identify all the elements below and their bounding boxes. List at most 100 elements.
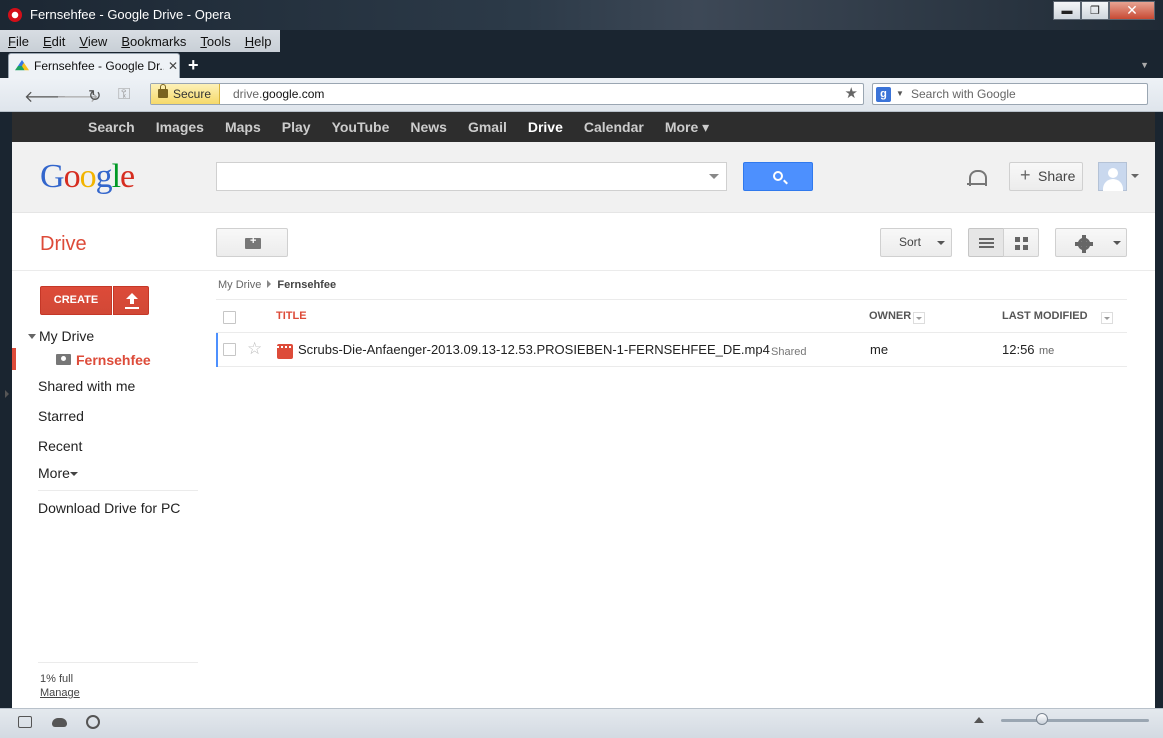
- download-drive-link[interactable]: Download Drive for PC: [38, 500, 180, 516]
- create-button[interactable]: CREATE: [40, 286, 112, 315]
- sidebar-item-fernsehfee[interactable]: Fernsehfee: [76, 352, 151, 368]
- browser-search-box[interactable]: g ▼ Search with Google: [872, 83, 1148, 105]
- menu-file[interactable]: File: [8, 34, 29, 49]
- upload-button[interactable]: [113, 286, 149, 315]
- list-view-button[interactable]: [968, 228, 1004, 257]
- secure-badge[interactable]: Secure: [151, 84, 221, 104]
- gbar-more[interactable]: More ▾: [665, 119, 709, 136]
- notifications-bell-icon[interactable]: [967, 168, 987, 188]
- gbar-images[interactable]: Images: [156, 119, 204, 136]
- close-button[interactable]: ✕: [1109, 1, 1155, 20]
- storage-quota: 1% full: [40, 673, 74, 685]
- lock-icon: [158, 84, 168, 98]
- page-viewport: Search Images Maps Play YouTube News Gma…: [12, 112, 1155, 708]
- search-placeholder: Search with Google: [911, 87, 1016, 101]
- column-owner[interactable]: OWNER: [869, 310, 911, 322]
- google-search-engine-icon[interactable]: g: [876, 87, 891, 102]
- gbar-drive[interactable]: Drive: [528, 119, 563, 136]
- sidebar-divider-bottom: [38, 662, 198, 663]
- maximize-button[interactable]: ❐: [1081, 1, 1109, 20]
- tab-drive[interactable]: Fernsehfee - Google Dr... ✕: [8, 53, 180, 78]
- tree-expand-chevron-icon[interactable]: [28, 334, 36, 339]
- key-icon[interactable]: ⚿: [118, 86, 130, 104]
- google-logo[interactable]: Google: [40, 158, 135, 196]
- account-chevron-down-icon[interactable]: [1131, 174, 1139, 178]
- breadcrumb-my-drive[interactable]: My Drive: [218, 279, 261, 291]
- share-button[interactable]: + Share: [1009, 162, 1083, 191]
- upload-icon: [126, 293, 138, 304]
- panel-toggle-icon[interactable]: [18, 716, 32, 728]
- drive-search-input[interactable]: [216, 162, 727, 191]
- url-prefix: drive.: [233, 87, 263, 101]
- gbar-maps[interactable]: Maps: [225, 119, 261, 136]
- new-folder-icon: [245, 235, 261, 249]
- gbar-calendar[interactable]: Calendar: [584, 119, 644, 136]
- sort-chevron-down-icon: [937, 241, 945, 245]
- file-name[interactable]: Scrubs-Die-Anfaenger-2013.09.13-12.53.PR…: [298, 342, 770, 357]
- plus-icon: +: [1020, 165, 1031, 185]
- sidebar-item-more[interactable]: More: [38, 465, 70, 481]
- new-folder-button[interactable]: [216, 228, 288, 257]
- file-owner: me: [870, 342, 889, 357]
- owner-sort-chevron-icon[interactable]: [913, 312, 925, 324]
- search-button[interactable]: [743, 162, 813, 191]
- menu-view[interactable]: View: [79, 34, 107, 49]
- tab-close-icon[interactable]: ✕: [168, 59, 178, 73]
- settings-button[interactable]: [1055, 228, 1127, 257]
- new-tab-button[interactable]: +: [188, 55, 199, 76]
- search-engine-chevron-icon[interactable]: ▼: [896, 89, 904, 98]
- secure-label: Secure: [173, 87, 212, 101]
- minimize-button[interactable]: ▬: [1053, 1, 1081, 20]
- url-text[interactable]: drive.google.com: [233, 87, 324, 101]
- column-title[interactable]: TITLE: [276, 310, 307, 322]
- app-title[interactable]: Drive: [40, 233, 87, 256]
- window-titlebar: Fernsehfee - Google Drive - Opera ▬ ❐ ✕: [0, 0, 1163, 30]
- gear-icon: [1075, 235, 1093, 253]
- manage-storage-link[interactable]: Manage: [40, 687, 80, 699]
- gbar-search[interactable]: Search: [88, 119, 135, 136]
- share-label: Share: [1038, 168, 1076, 184]
- menu-bookmarks[interactable]: Bookmarks: [121, 34, 186, 49]
- opera-unite-cloud-icon[interactable]: [52, 718, 67, 727]
- sidebar-item-my-drive[interactable]: My Drive: [39, 328, 94, 344]
- active-indicator: [12, 348, 16, 370]
- view-up-arrow-icon[interactable]: [974, 717, 984, 723]
- url-domain: google.com: [262, 87, 325, 101]
- row-focus-indicator: [216, 333, 218, 367]
- sidebar: CREATE My Drive Fernsehfee Shared with m…: [12, 271, 212, 708]
- tab-menu-chevron-icon[interactable]: ▼: [1140, 60, 1149, 70]
- gbar-news[interactable]: News: [410, 119, 447, 136]
- menu-help[interactable]: Help: [245, 34, 272, 49]
- avatar[interactable]: [1098, 162, 1127, 191]
- zoom-slider[interactable]: [1001, 719, 1149, 722]
- sidebar-item-shared-with-me[interactable]: Shared with me: [38, 378, 135, 394]
- more-chevron-down-icon[interactable]: [70, 472, 78, 476]
- bookmark-star-icon[interactable]: ★: [845, 84, 858, 102]
- star-icon[interactable]: ☆: [247, 339, 262, 359]
- grid-view-button[interactable]: [1003, 228, 1039, 257]
- tab-title: Fernsehfee - Google Dr...: [34, 59, 164, 73]
- menu-tools[interactable]: Tools: [200, 34, 230, 49]
- gbar-gmail[interactable]: Gmail: [468, 119, 507, 136]
- zoom-slider-handle[interactable]: [1036, 713, 1048, 725]
- search-icon: [773, 171, 783, 181]
- column-last-modified[interactable]: LAST MODIFIED: [1002, 310, 1088, 322]
- search-options-chevron-icon[interactable]: [709, 174, 719, 179]
- address-bar[interactable]: Secure drive.google.com ★: [150, 83, 864, 105]
- gbar-play[interactable]: Play: [282, 119, 311, 136]
- panel-toggle-chevron-icon[interactable]: [5, 390, 9, 398]
- row-checkbox[interactable]: [223, 343, 236, 356]
- gbar-youtube[interactable]: YouTube: [332, 119, 390, 136]
- turbo-gauge-icon[interactable]: [86, 715, 100, 729]
- sidebar-divider: [38, 490, 198, 491]
- sort-button[interactable]: Sort: [880, 228, 952, 257]
- sidebar-item-recent[interactable]: Recent: [38, 438, 82, 454]
- modified-sort-chevron-icon[interactable]: [1101, 312, 1113, 324]
- sidebar-item-starred[interactable]: Starred: [38, 408, 84, 424]
- reload-icon[interactable]: ↻: [88, 86, 101, 106]
- menu-edit[interactable]: Edit: [43, 34, 65, 49]
- sort-label: Sort: [899, 235, 922, 249]
- table-row[interactable]: ☆ Scrubs-Die-Anfaenger-2013.09.13-12.53.…: [216, 333, 1127, 367]
- select-all-checkbox[interactable]: [223, 311, 236, 324]
- shared-folder-icon: [56, 354, 71, 365]
